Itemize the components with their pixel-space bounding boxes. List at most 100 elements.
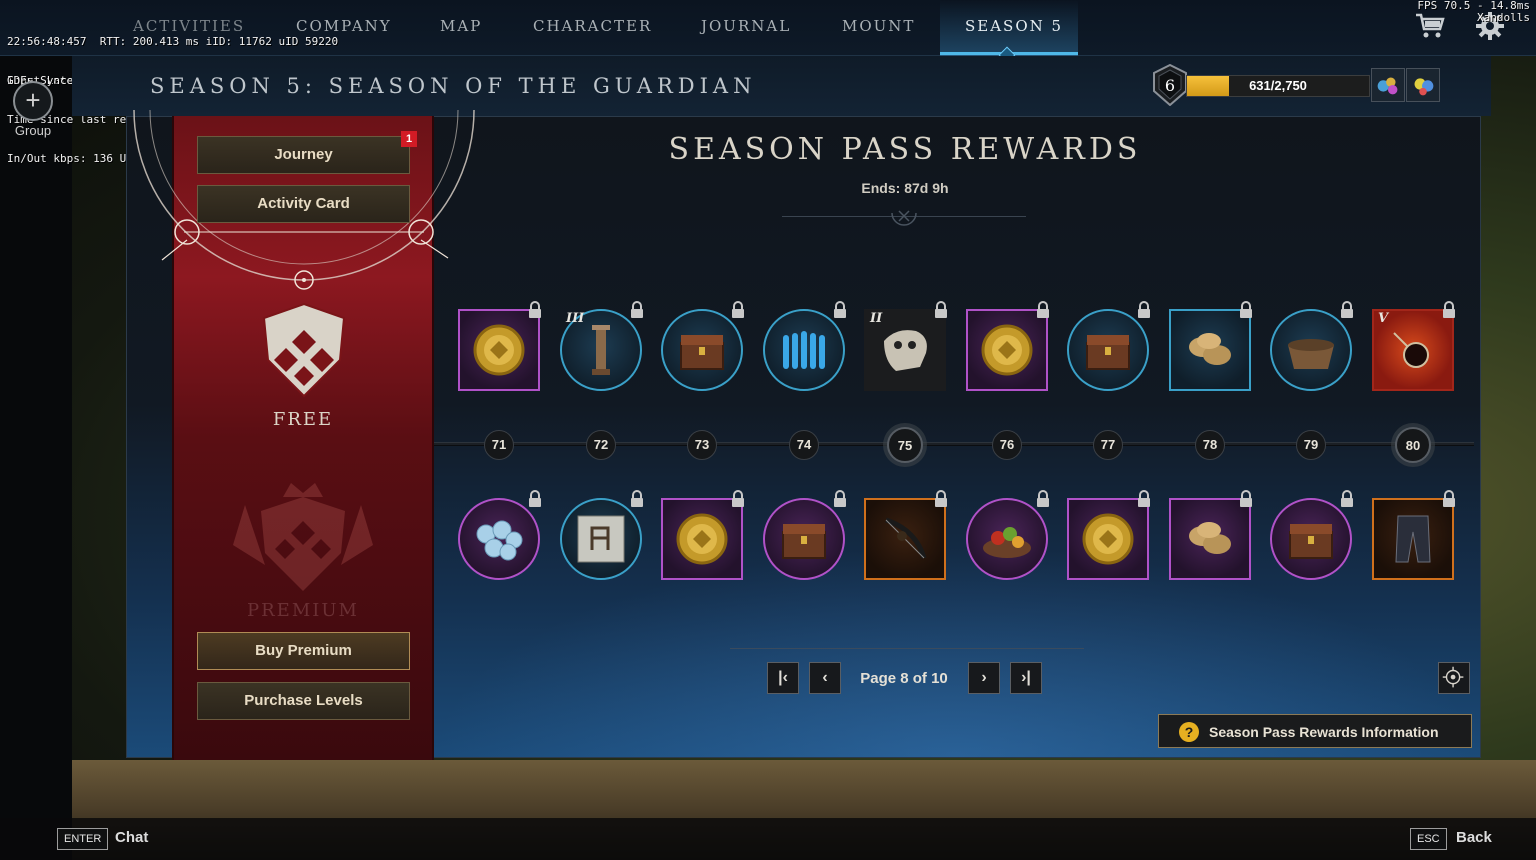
lock-icon xyxy=(732,490,744,507)
lock-icon xyxy=(1240,490,1252,507)
journey-button[interactable]: Journey xyxy=(197,136,410,174)
purchase-levels-button[interactable]: Purchase Levels xyxy=(197,682,410,720)
next-page-button[interactable]: › xyxy=(968,662,1000,694)
lock-icon xyxy=(935,301,947,318)
premium-reward-slot[interactable] xyxy=(1067,490,1150,580)
premium-reward-slot[interactable] xyxy=(560,490,643,580)
level-marker: 76 xyxy=(992,430,1022,460)
bear-skull-icon xyxy=(884,330,927,371)
free-reward-slot[interactable] xyxy=(458,301,541,391)
season-ends-text: Ends: 87d 9h xyxy=(861,180,949,196)
prev-page-button[interactable]: ‹ xyxy=(809,662,841,694)
lock-icon xyxy=(1138,301,1150,318)
nav-season-5[interactable]: SEASON 5 xyxy=(965,17,1063,35)
divider-ornament-icon xyxy=(891,210,917,226)
lock-icon xyxy=(1037,490,1049,507)
level-marker: 78 xyxy=(1195,430,1225,460)
wooden-tokens-icon xyxy=(1189,333,1231,365)
premium-track-shield-icon xyxy=(233,483,373,591)
lock-icon xyxy=(1037,301,1049,318)
gem-box-icon xyxy=(1289,524,1333,559)
tier-label: II xyxy=(870,311,883,326)
chair-blueprint-icon xyxy=(577,515,625,563)
nav-character[interactable]: CHARACTER xyxy=(533,17,652,35)
free-reward-slot[interactable] xyxy=(1270,301,1353,391)
locate-current-level-button[interactable] xyxy=(1438,662,1470,694)
group-label: Group xyxy=(14,123,52,138)
premium-reward-slot[interactable] xyxy=(763,490,846,580)
premium-reward-slot[interactable] xyxy=(1270,490,1353,580)
tier-label: V xyxy=(1378,311,1389,326)
lock-icon xyxy=(631,490,643,507)
tool-coin-icon xyxy=(676,513,728,565)
gem-cluster-icon xyxy=(1414,78,1434,96)
food-platter-icon xyxy=(983,527,1031,558)
rewards-title: SEASON PASS REWARDS xyxy=(668,132,1142,167)
lock-icon xyxy=(631,301,643,318)
bow-icon xyxy=(885,517,927,559)
premium-reward-slot[interactable] xyxy=(661,490,744,580)
last-page-button[interactable]: ›| xyxy=(1010,662,1042,694)
lock-icon xyxy=(732,301,744,318)
debug-line: 22:56:48:457 RTT: 200.413 ms iID: 11762 … xyxy=(7,35,339,48)
first-page-button[interactable]: |‹ xyxy=(767,662,799,694)
free-reward-slot[interactable] xyxy=(1169,301,1252,391)
crystal-gems-icon xyxy=(476,520,523,561)
premium-reward-slot[interactable] xyxy=(966,490,1049,580)
rewards-info-button[interactable]: ? Season Pass Rewards Information xyxy=(1158,714,1472,748)
header-reward-slot[interactable] xyxy=(1406,68,1440,102)
free-reward-slot[interactable] xyxy=(763,301,846,391)
level-marker: 74 xyxy=(789,430,819,460)
free-track-shield-icon xyxy=(262,302,346,398)
journey-notification-badge: 1 xyxy=(401,131,417,147)
free-reward-slot[interactable] xyxy=(1067,301,1150,391)
level-marker: 75 xyxy=(887,427,923,463)
lock-icon xyxy=(834,490,846,507)
free-reward-slot[interactable] xyxy=(966,301,1049,391)
lock-icon xyxy=(1443,490,1455,507)
ammo-crate-icon xyxy=(782,524,826,559)
fps-readout: FPS 70.5 - 14.8ms Xandolls xyxy=(1417,0,1530,24)
header-reward-slot[interactable] xyxy=(1371,68,1405,102)
free-reward-slot[interactable]: II xyxy=(864,301,947,391)
activity-card-button[interactable]: Activity Card xyxy=(197,185,410,223)
back-label[interactable]: Back xyxy=(1456,829,1492,846)
lock-icon xyxy=(1341,301,1353,318)
amulet-icon xyxy=(1393,332,1429,368)
lock-icon xyxy=(529,490,541,507)
leather-pants-icon xyxy=(1395,515,1431,563)
buy-premium-button[interactable]: Buy Premium xyxy=(197,632,410,670)
nav-mount[interactable]: MOUNT xyxy=(842,17,915,35)
pillar-icon xyxy=(592,325,610,375)
level-marker: 73 xyxy=(687,430,717,460)
wash-tub-icon xyxy=(1288,339,1334,369)
premium-reward-slot[interactable] xyxy=(1372,490,1455,580)
free-reward-slot[interactable] xyxy=(661,301,744,391)
free-reward-slot[interactable]: V xyxy=(1372,301,1455,391)
rewards-info-label: Season Pass Rewards Information xyxy=(1209,724,1439,740)
wooden-tokens-icon xyxy=(1189,522,1231,554)
potion-chest-icon xyxy=(1086,335,1130,370)
player-name: Xandolls xyxy=(1477,11,1530,24)
potion-vials-icon xyxy=(783,331,825,369)
free-reward-slot[interactable]: III xyxy=(560,301,643,391)
lock-icon xyxy=(1341,490,1353,507)
lock-icon xyxy=(529,301,541,318)
nav-map[interactable]: MAP xyxy=(440,17,482,35)
level-marker: 77 xyxy=(1093,430,1123,460)
pagination-divider xyxy=(730,648,1084,649)
level-marker: 79 xyxy=(1296,430,1326,460)
season-level: 6 xyxy=(1164,76,1176,95)
page-indicator: Page 8 of 10 xyxy=(860,670,948,687)
nav-journal[interactable]: JOURNAL xyxy=(701,17,791,35)
lock-icon xyxy=(1240,301,1252,318)
enter-key-hint: ENTER xyxy=(57,828,109,850)
premium-reward-slot[interactable] xyxy=(864,490,947,580)
premium-reward-slot[interactable] xyxy=(1169,490,1252,580)
lock-icon xyxy=(1138,490,1150,507)
chat-label[interactable]: Chat xyxy=(115,829,148,846)
question-icon: ? xyxy=(1179,722,1199,742)
season-xp-bar: 631/2,750 xyxy=(1186,75,1370,97)
premium-reward-slot[interactable] xyxy=(458,490,541,580)
group-add-button[interactable]: + xyxy=(13,81,53,121)
